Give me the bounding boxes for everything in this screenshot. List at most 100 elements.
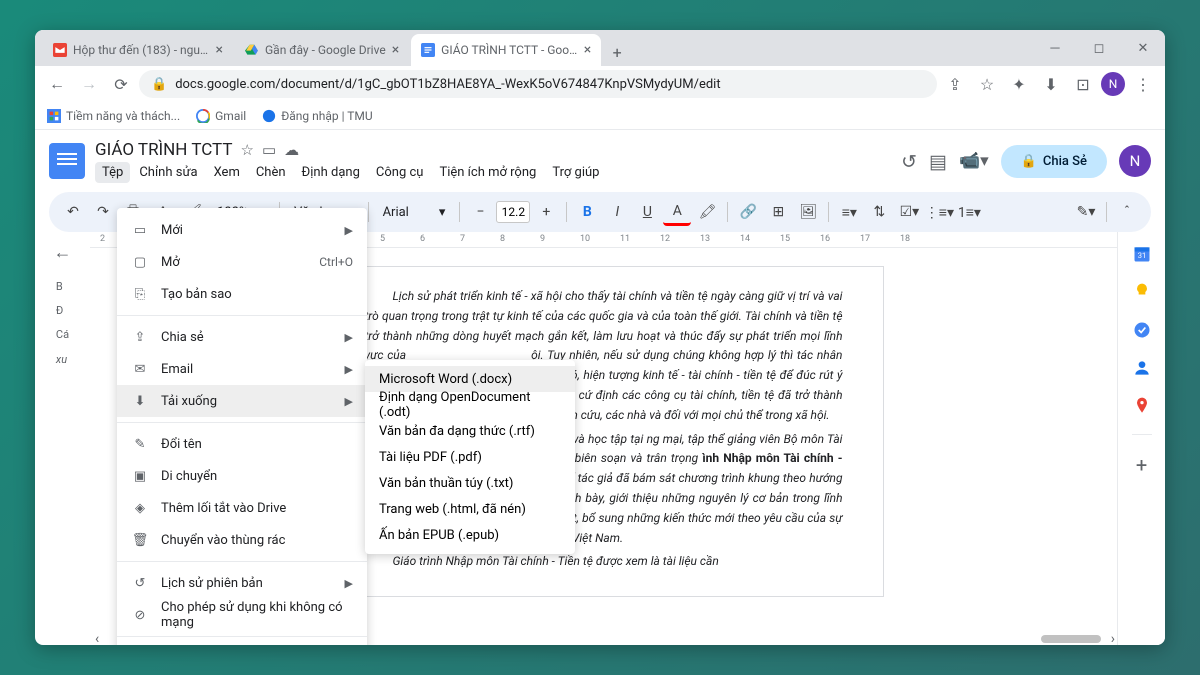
underline-button[interactable]: U xyxy=(633,198,661,226)
keep-icon[interactable] xyxy=(1132,282,1152,302)
forward-button[interactable]: → xyxy=(75,70,103,98)
window-controls: ─ ◻ ✕ xyxy=(1033,30,1165,66)
move-icon[interactable]: ▭ xyxy=(262,141,276,159)
download-rtf[interactable]: Văn bản đa dạng thức (.rtf) xyxy=(365,418,575,444)
tab-label: Hộp thư đến (183) - nguyenhoai xyxy=(73,43,210,57)
editing-mode-button[interactable]: ✎▾ xyxy=(1072,198,1100,226)
close-icon[interactable]: × xyxy=(216,42,223,58)
meet-icon[interactable]: 📹▾ xyxy=(959,151,989,171)
install-icon[interactable]: ⊡ xyxy=(1069,70,1097,98)
menu-offline[interactable]: ⊘Cho phép sử dụng khi không có mạng xyxy=(117,599,367,631)
tab-bar: Hộp thư đến (183) - nguyenhoai × Gần đây… xyxy=(35,30,1165,66)
doc-icon: ▭ xyxy=(131,223,149,238)
menu-format[interactable]: Định dạng xyxy=(295,162,367,183)
menu-open[interactable]: ▢MởCtrl+O xyxy=(117,246,367,278)
menu-download[interactable]: ⬇Tải xuống▶ xyxy=(117,385,367,417)
share-button[interactable]: 🔒 Chia Sẻ xyxy=(1001,145,1107,178)
downloads-icon[interactable]: ⬇ xyxy=(1037,70,1065,98)
link-button[interactable]: 🔗 xyxy=(734,198,762,226)
bookmark-icon[interactable]: ☆ xyxy=(973,70,1001,98)
download-html[interactable]: Trang web (.html, đã nén) xyxy=(365,496,575,522)
download-epub[interactable]: Ấn bản EPUB (.epub) xyxy=(365,522,575,548)
chevron-right-icon: ▶ xyxy=(345,363,353,376)
new-tab-button[interactable]: + xyxy=(603,38,631,66)
extensions-icon[interactable]: ✦ xyxy=(1005,70,1033,98)
maximize-button[interactable]: ◻ xyxy=(1077,30,1121,66)
bookmark-gmail[interactable]: Gmail xyxy=(196,109,246,123)
menu-icon[interactable]: ⋮ xyxy=(1129,70,1157,98)
back-button[interactable]: ← xyxy=(43,70,71,98)
close-button[interactable]: ✕ xyxy=(1121,30,1165,66)
number-list-button[interactable]: 1≡▾ xyxy=(955,198,983,226)
back-arrow-icon[interactable]: ← xyxy=(54,242,72,263)
tab-label: GIÁO TRÌNH TCTT - Google Tài li xyxy=(441,43,578,57)
menu-help[interactable]: Trợ giúp xyxy=(545,162,606,183)
menu-edit[interactable]: Chỉnh sửa xyxy=(132,162,204,183)
menu-file[interactable]: Tệp xyxy=(95,162,130,183)
comments-icon[interactable]: ▤ xyxy=(929,150,947,173)
star-icon[interactable]: ☆ xyxy=(240,141,253,159)
collapse-toolbar-button[interactable]: ˆ xyxy=(1113,198,1141,226)
highlight-button[interactable]: 🖍 xyxy=(693,198,721,226)
user-avatar[interactable]: N xyxy=(1119,145,1151,177)
menu-insert[interactable]: Chèn xyxy=(249,162,293,183)
download-odt[interactable]: Định dạng OpenDocument (.odt) xyxy=(365,392,575,418)
download-pdf[interactable]: Tài liệu PDF (.pdf) xyxy=(365,444,575,470)
menu-new[interactable]: ▭Mới▶ xyxy=(117,214,367,246)
image-button[interactable]: 🖼 xyxy=(794,198,822,226)
close-icon[interactable]: × xyxy=(392,42,399,58)
menu-view[interactable]: Xem xyxy=(207,162,247,183)
docs-icon xyxy=(421,43,435,57)
menu-email[interactable]: ✉Email▶ xyxy=(117,353,367,385)
maps-icon[interactable] xyxy=(1132,396,1152,416)
share-page-icon[interactable]: ⇪ xyxy=(941,70,969,98)
menu-extensions[interactable]: Tiện ích mở rộng xyxy=(432,162,543,183)
download-docx[interactable]: Microsoft Word (.docx) xyxy=(365,366,575,392)
bookmark-tmu[interactable]: Đăng nhập | TMU xyxy=(262,109,373,123)
menu-tools[interactable]: Công cụ xyxy=(369,162,431,183)
reload-button[interactable]: ⟳ xyxy=(107,70,135,98)
italic-button[interactable]: I xyxy=(603,198,631,226)
menu-history[interactable]: ↺Lịch sử phiên bản▶ xyxy=(117,567,367,599)
redo-button[interactable]: ↷ xyxy=(89,198,117,226)
doc-title[interactable]: GIÁO TRÌNH TCTT xyxy=(95,140,232,160)
menu-share[interactable]: ⇪Chia sẻ▶ xyxy=(117,321,367,353)
menu-trash[interactable]: 🗑Chuyển vào thùng rác xyxy=(117,524,367,556)
trash-icon: 🗑 xyxy=(131,533,149,548)
tasks-icon[interactable] xyxy=(1132,320,1152,340)
line-spacing-button[interactable]: ⇅ xyxy=(865,198,893,226)
docs-logo[interactable] xyxy=(49,143,85,179)
menu-rename[interactable]: ✎Đổi tên xyxy=(117,428,367,460)
undo-button[interactable]: ↶ xyxy=(59,198,87,226)
checklist-button[interactable]: ☑▾ xyxy=(895,198,923,226)
cloud-icon[interactable]: ☁ xyxy=(284,141,299,159)
size-decrease[interactable]: − xyxy=(466,198,494,226)
font-select[interactable]: Arial ▾ xyxy=(375,200,454,224)
menu-move[interactable]: ▣Di chuyển xyxy=(117,460,367,492)
font-size-stepper[interactable]: − 12.2 + xyxy=(466,198,560,226)
tab-docs-active[interactable]: GIÁO TRÌNH TCTT - Google Tài li × xyxy=(411,34,601,66)
bullet-list-button[interactable]: ⋮≡▾ xyxy=(925,198,953,226)
tab-gmail[interactable]: Hộp thư đến (183) - nguyenhoai × xyxy=(43,34,233,66)
tab-drive[interactable]: Gần đây - Google Drive × xyxy=(235,34,409,66)
download-txt[interactable]: Văn bản thuần túy (.txt) xyxy=(365,470,575,496)
menu-details[interactable]: ⓘChi tiết xyxy=(117,642,367,645)
align-button[interactable]: ≡▾ xyxy=(835,198,863,226)
url-input[interactable]: 🔒 docs.google.com/document/d/1gC_gbOT1bZ… xyxy=(139,70,937,98)
add-panel-button[interactable]: + xyxy=(1136,453,1147,477)
bold-button[interactable]: B xyxy=(573,198,601,226)
profile-avatar[interactable]: N xyxy=(1101,72,1125,96)
history-icon[interactable]: ↺ xyxy=(901,150,917,173)
minimize-button[interactable]: ─ xyxy=(1033,30,1077,66)
size-increase[interactable]: + xyxy=(532,198,560,226)
text-color-button[interactable]: A xyxy=(663,198,691,226)
menu-shortcut[interactable]: ◈Thêm lối tắt vào Drive xyxy=(117,492,367,524)
size-value[interactable]: 12.2 xyxy=(496,201,530,223)
contacts-icon[interactable] xyxy=(1132,358,1152,378)
close-icon[interactable]: × xyxy=(584,42,591,58)
menu-copy[interactable]: ⎘Tạo bản sao xyxy=(117,278,367,310)
calendar-icon[interactable]: 31 xyxy=(1132,244,1152,264)
bookmark-item[interactable]: Tiềm năng và thách... xyxy=(47,109,180,123)
comment-button[interactable]: ⊞ xyxy=(764,198,792,226)
chevron-right-icon: ▶ xyxy=(345,331,353,344)
